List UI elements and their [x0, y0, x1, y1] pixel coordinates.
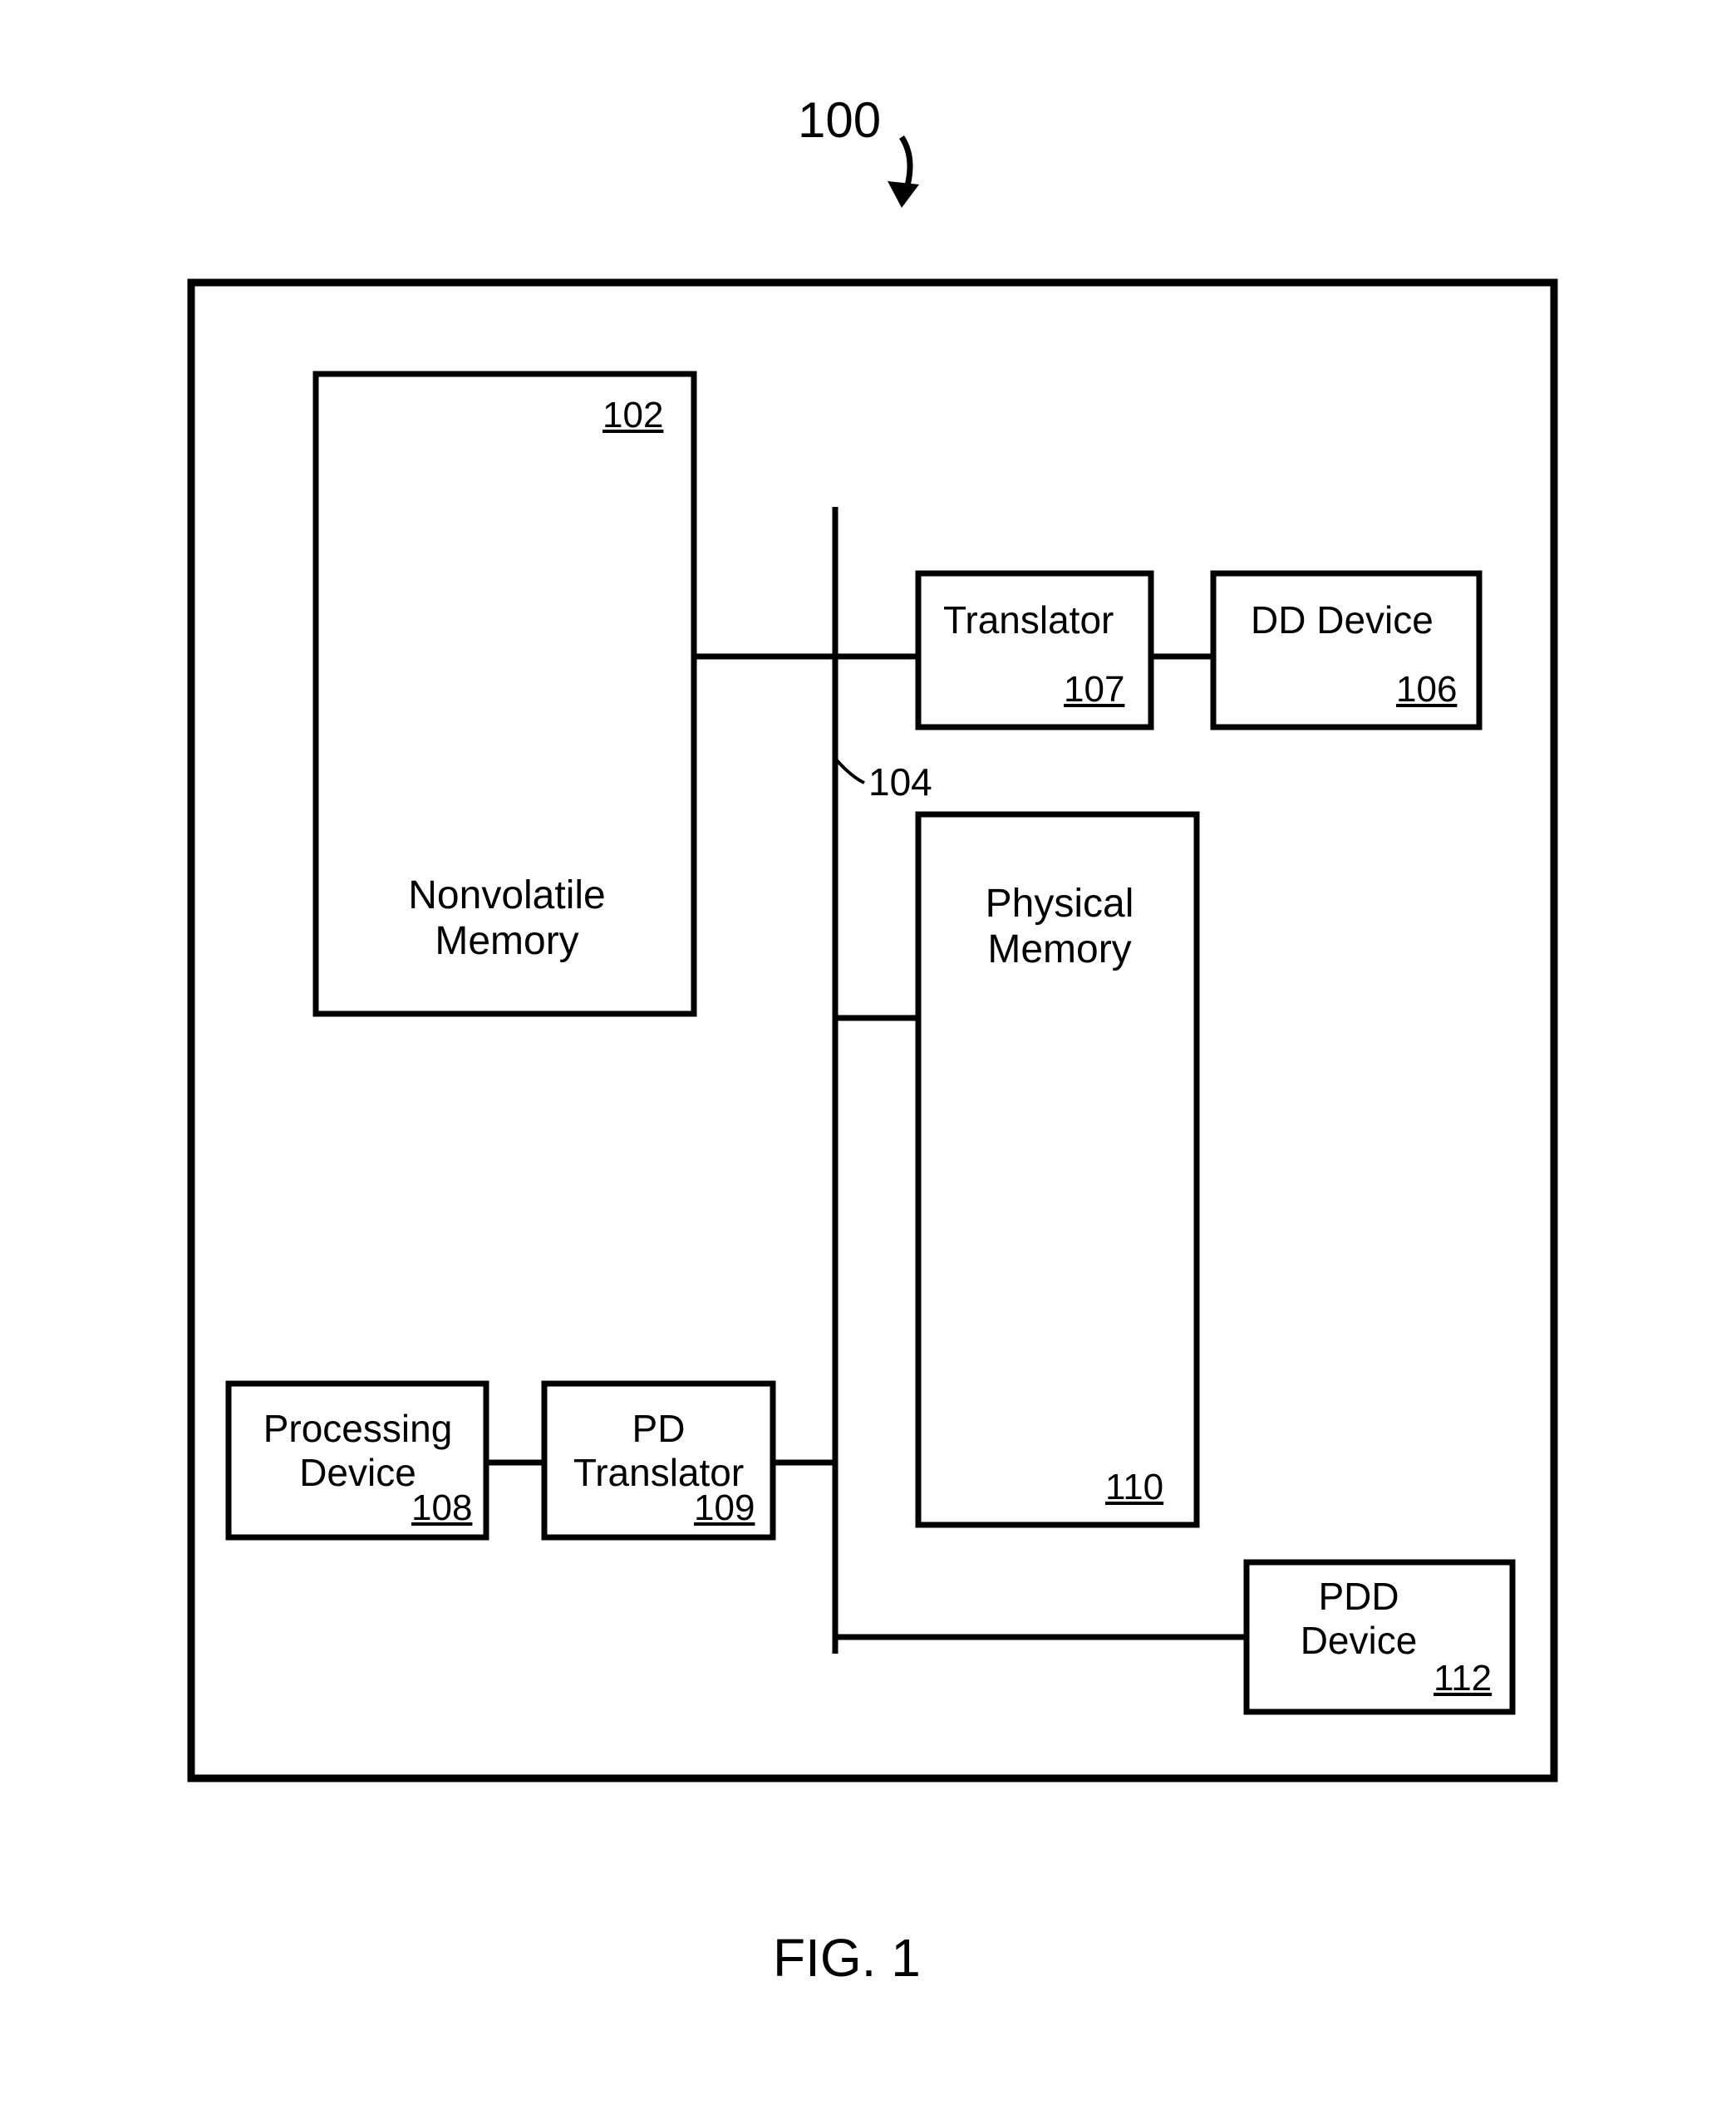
figure-svg — [0, 0, 1736, 2124]
proc-label: Processing Device — [260, 1407, 455, 1495]
translator-label: Translator — [943, 598, 1114, 642]
nvm-label: Nonvolatile Memory — [399, 873, 615, 964]
dd-label: DD Device — [1251, 598, 1434, 642]
pm-label: Physical Memory — [981, 881, 1138, 972]
pm-ref: 110 — [1105, 1467, 1163, 1509]
diagram-canvas: 100 — [0, 0, 1736, 2124]
proc-ref: 108 — [411, 1487, 472, 1530]
pdd-label: PDD Device — [1292, 1575, 1425, 1663]
nvm-ref: 102 — [602, 395, 663, 437]
pdd-ref: 112 — [1434, 1658, 1492, 1700]
figure-caption: FIG. 1 — [773, 1928, 921, 1989]
pdt-label: PD Translator — [569, 1407, 748, 1495]
bus-ref: 104 — [868, 760, 932, 804]
pdt-ref: 109 — [694, 1487, 755, 1530]
dd-ref: 106 — [1396, 669, 1457, 711]
figure-top-ref: 100 — [798, 91, 881, 149]
translator-ref: 107 — [1064, 669, 1124, 711]
